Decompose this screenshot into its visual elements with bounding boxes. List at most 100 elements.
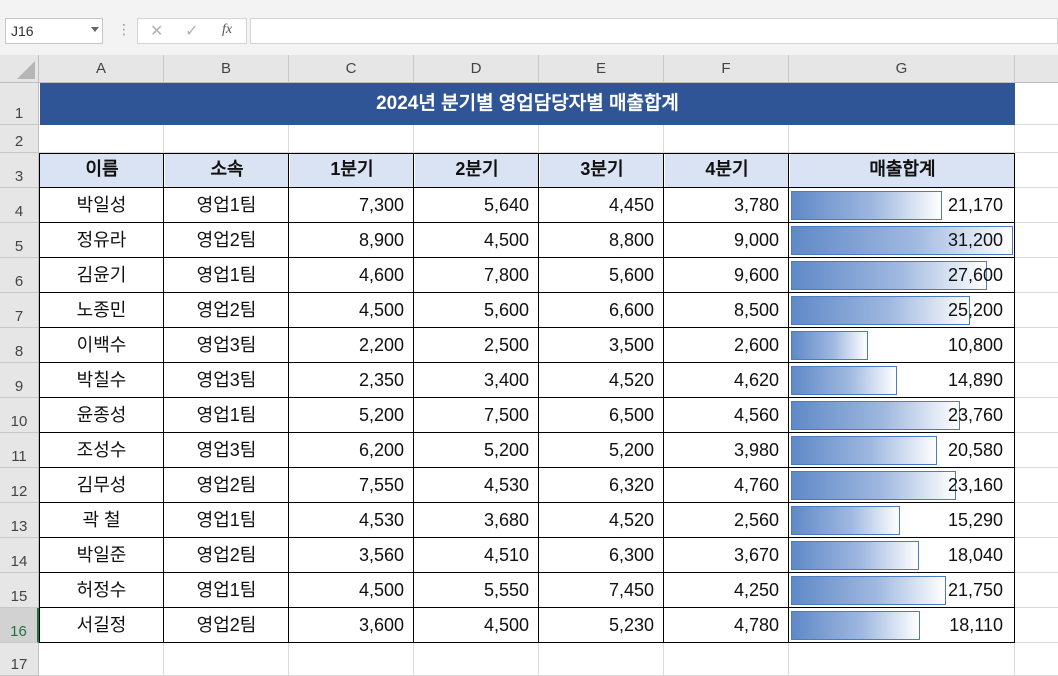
table-cell-q1[interactable]: 4,600 bbox=[289, 258, 414, 293]
table-cell-name[interactable]: 정유라 bbox=[39, 223, 164, 258]
row-header-15[interactable]: 15 bbox=[0, 573, 39, 608]
table-cell-q1[interactable]: 4,500 bbox=[289, 293, 414, 328]
table-cell-q3[interactable]: 6,320 bbox=[539, 468, 664, 503]
table-cell-q1[interactable]: 6,200 bbox=[289, 433, 414, 468]
table-cell-q2[interactable]: 3,680 bbox=[414, 503, 539, 538]
table-cell-q3[interactable]: 6,500 bbox=[539, 398, 664, 433]
table-cell-q1[interactable]: 4,530 bbox=[289, 503, 414, 538]
row-header-6[interactable]: 6 bbox=[0, 258, 39, 293]
table-cell-name[interactable]: 김윤기 bbox=[39, 258, 164, 293]
table-cell-q3[interactable]: 8,800 bbox=[539, 223, 664, 258]
name-box[interactable]: J16 bbox=[5, 18, 103, 44]
table-header-4[interactable]: 2분기 bbox=[415, 153, 539, 188]
table-cell-q4[interactable]: 4,620 bbox=[664, 363, 789, 398]
table-cell-team[interactable]: 영업1팀 bbox=[164, 188, 289, 223]
table-cell-total[interactable]: 20,580 bbox=[789, 433, 1003, 468]
sheet-title[interactable]: 2024년 분기별 영업담당자별 매출합계 bbox=[40, 83, 1015, 125]
table-header-7[interactable]: 매출합계 bbox=[790, 153, 1015, 188]
table-cell-total[interactable]: 15,290 bbox=[789, 503, 1003, 538]
table-cell-q2[interactable]: 5,640 bbox=[414, 188, 539, 223]
table-cell-team[interactable]: 영업2팀 bbox=[164, 468, 289, 503]
table-cell-q4[interactable]: 3,670 bbox=[664, 538, 789, 573]
row-header-2[interactable]: 2 bbox=[0, 125, 39, 153]
row-header-9[interactable]: 9 bbox=[0, 363, 39, 398]
table-cell-q2[interactable]: 7,800 bbox=[414, 258, 539, 293]
formula-input[interactable] bbox=[250, 18, 1058, 44]
table-cell-q4[interactable]: 4,760 bbox=[664, 468, 789, 503]
table-cell-q2[interactable]: 5,600 bbox=[414, 293, 539, 328]
table-cell-q1[interactable]: 4,500 bbox=[289, 573, 414, 608]
table-cell-team[interactable]: 영업1팀 bbox=[164, 573, 289, 608]
table-cell-q3[interactable]: 6,300 bbox=[539, 538, 664, 573]
table-cell-q2[interactable]: 4,500 bbox=[414, 608, 539, 643]
table-cell-q2[interactable]: 2,500 bbox=[414, 328, 539, 363]
row-header-8[interactable]: 8 bbox=[0, 328, 39, 363]
table-cell-team[interactable]: 영업2팀 bbox=[164, 223, 289, 258]
column-header-g[interactable]: G bbox=[789, 55, 1015, 83]
table-cell-q3[interactable]: 6,600 bbox=[539, 293, 664, 328]
table-cell-q1[interactable]: 3,600 bbox=[289, 608, 414, 643]
table-header-5[interactable]: 3분기 bbox=[540, 153, 664, 188]
table-cell-name[interactable]: 노종민 bbox=[39, 293, 164, 328]
table-cell-team[interactable]: 영업2팀 bbox=[164, 293, 289, 328]
table-cell-name[interactable]: 윤종성 bbox=[39, 398, 164, 433]
table-cell-q2[interactable]: 5,200 bbox=[414, 433, 539, 468]
table-cell-q4[interactable]: 9,600 bbox=[664, 258, 789, 293]
table-cell-total[interactable]: 18,110 bbox=[789, 608, 1003, 643]
table-cell-name[interactable]: 이백수 bbox=[39, 328, 164, 363]
table-cell-name[interactable]: 곽 철 bbox=[39, 503, 164, 538]
table-cell-q4[interactable]: 4,780 bbox=[664, 608, 789, 643]
table-cell-name[interactable]: 허정수 bbox=[39, 573, 164, 608]
table-cell-q4[interactable]: 3,780 bbox=[664, 188, 789, 223]
row-header-4[interactable]: 4 bbox=[0, 188, 39, 223]
table-cell-q3[interactable]: 5,600 bbox=[539, 258, 664, 293]
table-cell-team[interactable]: 영업3팀 bbox=[164, 363, 289, 398]
table-cell-q2[interactable]: 3,400 bbox=[414, 363, 539, 398]
table-cell-q3[interactable]: 5,200 bbox=[539, 433, 664, 468]
table-cell-q4[interactable]: 2,600 bbox=[664, 328, 789, 363]
table-header-3[interactable]: 1분기 bbox=[290, 153, 414, 188]
column-header-b[interactable]: B bbox=[164, 55, 289, 83]
table-cell-q4[interactable]: 3,980 bbox=[664, 433, 789, 468]
table-cell-q3[interactable]: 4,520 bbox=[539, 363, 664, 398]
row-header-10[interactable]: 10 bbox=[0, 398, 39, 433]
table-cell-total[interactable]: 27,600 bbox=[789, 258, 1003, 293]
table-cell-q2[interactable]: 5,550 bbox=[414, 573, 539, 608]
table-cell-team[interactable]: 영업3팀 bbox=[164, 328, 289, 363]
cancel-icon[interactable]: ✕ bbox=[150, 21, 163, 41]
table-cell-q2[interactable]: 4,530 bbox=[414, 468, 539, 503]
table-cell-total[interactable]: 31,200 bbox=[789, 223, 1003, 258]
row-header-17[interactable]: 17 bbox=[0, 643, 39, 676]
table-cell-q2[interactable]: 4,500 bbox=[414, 223, 539, 258]
table-cell-team[interactable]: 영업3팀 bbox=[164, 433, 289, 468]
table-cell-q3[interactable]: 4,450 bbox=[539, 188, 664, 223]
table-cell-name[interactable]: 박일준 bbox=[39, 538, 164, 573]
row-header-16[interactable]: 16 bbox=[0, 608, 39, 643]
row-header-14[interactable]: 14 bbox=[0, 538, 39, 573]
table-cell-team[interactable]: 영업2팀 bbox=[164, 538, 289, 573]
table-cell-q4[interactable]: 4,250 bbox=[664, 573, 789, 608]
table-cell-q4[interactable]: 8,500 bbox=[664, 293, 789, 328]
table-cell-name[interactable]: 서길정 bbox=[39, 608, 164, 643]
table-cell-q3[interactable]: 3,500 bbox=[539, 328, 664, 363]
table-cell-team[interactable]: 영업1팀 bbox=[164, 258, 289, 293]
table-cell-q1[interactable]: 5,200 bbox=[289, 398, 414, 433]
table-cell-total[interactable]: 18,040 bbox=[789, 538, 1003, 573]
table-cell-q4[interactable]: 9,000 bbox=[664, 223, 789, 258]
table-header-2[interactable]: 소속 bbox=[165, 153, 289, 188]
table-cell-name[interactable]: 김무성 bbox=[39, 468, 164, 503]
column-header-a[interactable]: A bbox=[39, 55, 164, 83]
insert-function-icon[interactable]: fx bbox=[222, 22, 232, 38]
table-cell-q1[interactable]: 7,550 bbox=[289, 468, 414, 503]
select-all-button[interactable] bbox=[0, 55, 39, 83]
table-header-6[interactable]: 4분기 bbox=[665, 153, 789, 188]
table-cell-team[interactable]: 영업1팀 bbox=[164, 398, 289, 433]
more-options-icon[interactable]: ⋮ bbox=[117, 21, 131, 38]
table-cell-q1[interactable]: 7,300 bbox=[289, 188, 414, 223]
table-cell-total[interactable]: 25,200 bbox=[789, 293, 1003, 328]
table-cell-q1[interactable]: 3,560 bbox=[289, 538, 414, 573]
table-cell-name[interactable]: 조성수 bbox=[39, 433, 164, 468]
table-cell-team[interactable]: 영업2팀 bbox=[164, 608, 289, 643]
row-header-7[interactable]: 7 bbox=[0, 293, 39, 328]
table-cell-q1[interactable]: 2,200 bbox=[289, 328, 414, 363]
